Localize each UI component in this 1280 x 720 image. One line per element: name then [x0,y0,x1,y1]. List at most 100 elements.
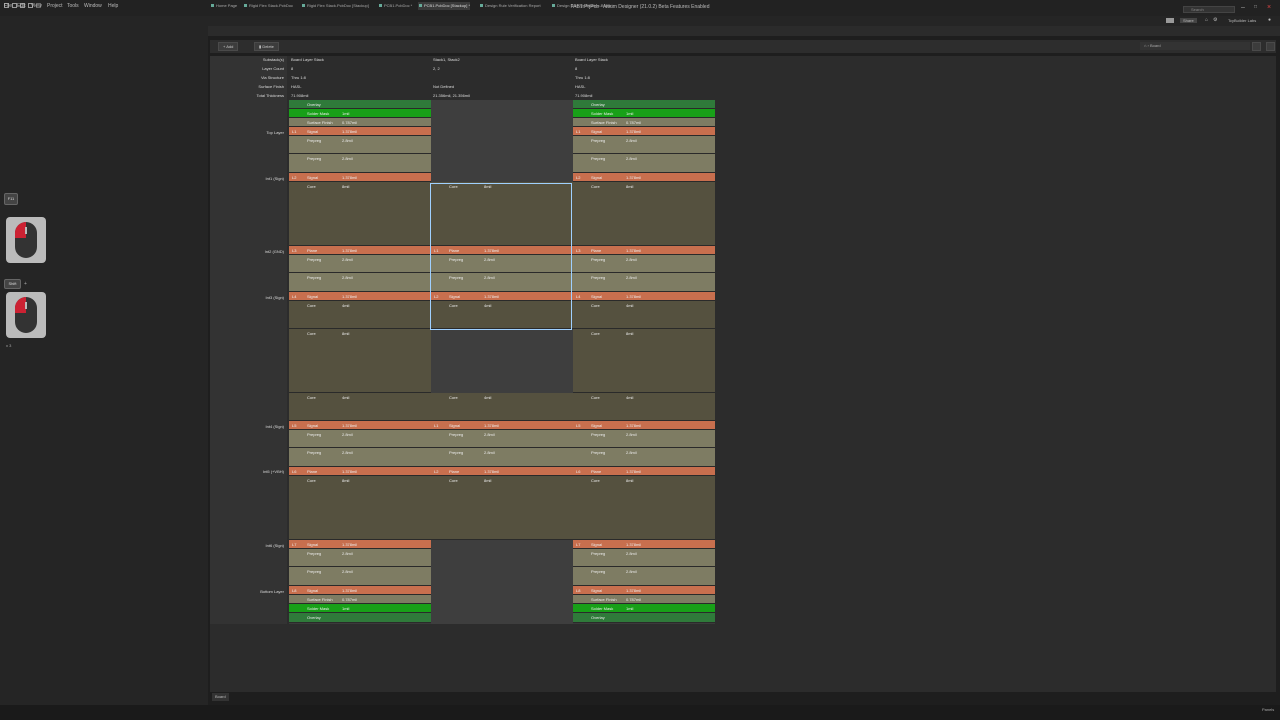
prepreg-layer[interactable]: Prepreg 2.8mil [289,448,431,467]
menu-edit[interactable]: Edit [17,3,26,9]
overlay-layer[interactable]: Overlay [573,613,715,623]
prepreg-layer[interactable]: Prepreg 2.8mil [431,430,573,448]
prepreg-layer[interactable]: Prepreg 2.8mil [289,549,431,567]
layer-thickness: 2.8mil [342,569,353,574]
prepreg-layer[interactable]: Prepreg 2.8mil [289,255,431,273]
signal-layer[interactable]: L5 Signal 1.378mil [289,421,431,430]
signal-layer[interactable]: L4 Signal 1.378mil [573,292,715,301]
menu-file[interactable]: File [4,3,12,9]
signal-layer[interactable]: L1 Signal 1.378mil [573,127,715,136]
close-icon[interactable]: × [1267,4,1271,11]
prepreg-layer[interactable]: Prepreg 2.8mil [573,136,715,154]
solder-mask-layer[interactable]: Solder Mask 1mil [289,109,431,118]
tab-pcb1-stackup[interactable]: PCB1.PcbDoc [Stackup] * [418,2,471,10]
prepreg-layer[interactable]: Prepreg 2.8mil [289,567,431,586]
key-shift-overlay: Shift [4,279,21,289]
core-layer[interactable]: Core 4mil [431,393,573,421]
core-layer[interactable]: Core 4mil [289,393,431,421]
layer-number: L4 [292,294,297,299]
overlay-layer[interactable]: Overlay [289,100,431,109]
menu-window[interactable]: Window [84,3,102,9]
layer-name: Int4 (Sign) [265,424,284,429]
prepreg-layer[interactable]: Prepreg 2.8mil [289,273,431,292]
prepreg-layer[interactable]: Prepreg 2.8mil [289,136,431,154]
signal-layer[interactable]: L1 Signal 1.378mil [431,421,573,430]
menu-tools[interactable]: Tools [67,3,79,9]
prepreg-layer[interactable]: Prepreg 2.8mil [289,154,431,173]
chevron-down-icon[interactable] [1252,42,1261,51]
core-layer[interactable]: Core 8mil [289,329,431,393]
core-layer[interactable]: Core 8mil [573,329,715,393]
tab-drc-report-1[interactable]: Design Rule Verification Report [479,2,541,10]
core-layer[interactable]: Core 8mil [289,182,431,246]
prepreg-layer[interactable]: Prepreg 2.8mil [431,448,573,467]
signal-layer[interactable]: L7 Signal 1.378mil [573,540,715,549]
tab-drc-report-2[interactable]: Design Rule Verification Report [551,2,613,10]
plane-layer[interactable]: L3 Plane 1.378mil [573,246,715,255]
breadcrumb[interactable]: ⌂ › Board [1140,42,1250,50]
signal-layer[interactable]: L4 Signal 1.378mil [289,292,431,301]
core-layer[interactable]: Core 8mil [573,476,715,540]
tab-pcb1[interactable]: PCB1.PcbDoc * [378,2,412,10]
core-layer[interactable]: Core 8mil [289,476,431,540]
solder-mask-layer[interactable]: Solder Mask 1mil [289,604,431,613]
prepreg-layer[interactable]: Prepreg 2.8mil [289,430,431,448]
signal-layer[interactable]: L8 Signal 1.378mil [289,586,431,595]
panel-icon[interactable] [1266,42,1275,51]
home-icon[interactable]: ⌂ [1205,17,1208,23]
core-layer[interactable]: Core 8mil [431,476,573,540]
search-input[interactable]: Search [1183,6,1235,13]
surface-finish-layer[interactable]: Surface Finish 0.787mil [573,595,715,604]
overlay-layer[interactable]: Overlay [289,613,431,623]
plane-layer[interactable]: L2 Plane 1.378mil [431,467,573,476]
core-layer[interactable]: Core 4mil [573,393,715,421]
prepreg-layer[interactable]: Prepreg 2.8mil [573,273,715,292]
tab-rigid-flex[interactable]: Rigid Flex Stack.PcbDoc [243,2,293,10]
avatar[interactable]: ● [1268,17,1271,23]
prepreg-layer[interactable]: Prepreg 2.8mil [573,430,715,448]
user-name[interactable]: TcyBuilder Labs [1228,18,1256,23]
prepreg-layer[interactable]: Prepreg 2.8mil [573,549,715,567]
menu-project[interactable]: Project [47,3,63,9]
signal-layer[interactable]: L2 Signal 1.378mil [573,173,715,182]
overlay-layer[interactable]: Overlay [573,100,715,109]
signal-layer[interactable]: L7 Signal 1.378mil [289,540,431,549]
selected-substack[interactable] [430,183,572,330]
share-button[interactable]: Share [1180,18,1197,23]
layer-name: Bottom Layer [260,589,284,594]
plane-layer[interactable]: L3 Plane 1.378mil [289,246,431,255]
core-layer[interactable]: Core 4mil [573,301,715,329]
maximize-icon[interactable]: □ [1254,4,1257,11]
solder-mask-layer[interactable]: Solder Mask 1mil [573,109,715,118]
prepreg-layer[interactable]: Prepreg 2.8mil [573,567,715,586]
minimize-icon[interactable]: – [1241,4,1245,11]
click-count-label: x 3 [6,343,12,348]
plane-layer[interactable]: L6 Plane 1.378mil [573,467,715,476]
layer-thickness: 1.378mil [342,248,358,253]
prepreg-layer[interactable]: Prepreg 2.8mil [573,154,715,173]
delete-button[interactable]: ▮ Delete [254,42,279,51]
layer-thickness: 8mil [342,331,350,336]
add-button[interactable]: + Add [218,42,239,51]
tab-rigid-flex-stackup[interactable]: Rigid Flex Stack.PcbDoc [Stackup] [301,2,369,10]
signal-layer[interactable]: L1 Signal 1.378mil [289,127,431,136]
board-tab[interactable]: Board [212,693,229,701]
core-layer[interactable]: Core 8mil [573,182,715,246]
menu-view[interactable]: View [31,3,42,9]
notification-icon[interactable] [1166,18,1174,23]
signal-layer[interactable]: L8 Signal 1.378mil [573,586,715,595]
prepreg-layer[interactable]: Prepreg 2.8mil [573,255,715,273]
signal-layer[interactable]: L5 Signal 1.378mil [573,421,715,430]
plane-layer[interactable]: L6 Plane 1.378mil [289,467,431,476]
surface-finish-layer[interactable]: Surface Finish 0.787mil [289,118,431,127]
menu-help[interactable]: Help [108,3,118,9]
tab-home-page[interactable]: Home Page [210,2,237,10]
solder-mask-layer[interactable]: Solder Mask 1mil [573,604,715,613]
surface-finish-layer[interactable]: Surface Finish 0.787mil [289,595,431,604]
gear-icon[interactable]: ⚙ [1213,17,1217,23]
core-layer[interactable]: Core 4mil [289,301,431,329]
surface-finish-layer[interactable]: Surface Finish 0.787mil [573,118,715,127]
signal-layer[interactable]: L2 Signal 1.378mil [289,173,431,182]
panels-button[interactable]: Panels [1262,707,1274,712]
prepreg-layer[interactable]: Prepreg 2.8mil [573,448,715,467]
